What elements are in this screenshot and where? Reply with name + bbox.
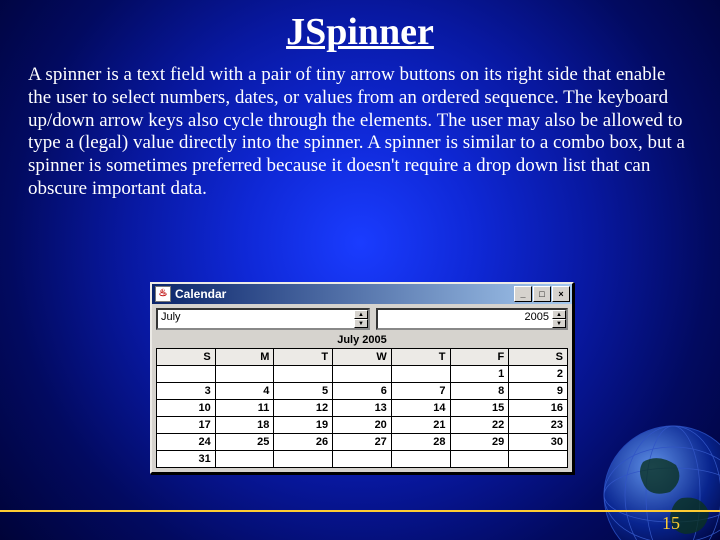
calendar-cell[interactable]: 7	[391, 383, 450, 400]
day-header: M	[215, 349, 274, 366]
calendar-cell[interactable]: 2	[509, 366, 568, 383]
calendar-cell	[391, 451, 450, 468]
window-title: Calendar	[175, 287, 514, 301]
calendar-cell	[333, 366, 392, 383]
month-value[interactable]: July	[158, 310, 354, 328]
calendar-cell[interactable]: 30	[509, 434, 568, 451]
maximize-button[interactable]: □	[533, 286, 551, 302]
calendar-cell[interactable]: 14	[391, 400, 450, 417]
calendar-cell[interactable]: 22	[450, 417, 509, 434]
calendar-cell[interactable]: 10	[157, 400, 216, 417]
java-icon: ♨	[155, 286, 171, 302]
month-spinner[interactable]: July ▲ ▼	[156, 308, 370, 330]
calendar-cell	[450, 451, 509, 468]
minimize-button[interactable]: _	[514, 286, 532, 302]
calendar-cell[interactable]: 31	[157, 451, 216, 468]
calendar-cell[interactable]: 27	[333, 434, 392, 451]
slide-body: A spinner is a text field with a pair of…	[0, 54, 720, 201]
calendar-cell[interactable]: 4	[215, 383, 274, 400]
calendar-cell[interactable]: 21	[391, 417, 450, 434]
calendar-cell[interactable]: 12	[274, 400, 333, 417]
calendar-cell[interactable]: 17	[157, 417, 216, 434]
window-titlebar[interactable]: ♨ Calendar _ □ ×	[152, 284, 572, 304]
calendar-cell	[157, 366, 216, 383]
month-up-button[interactable]: ▲	[354, 310, 368, 319]
day-header: S	[509, 349, 568, 366]
calendar-cell[interactable]: 29	[450, 434, 509, 451]
calendar-cell[interactable]: 20	[333, 417, 392, 434]
calendar-cell[interactable]: 16	[509, 400, 568, 417]
year-up-button[interactable]: ▲	[552, 310, 566, 319]
calendar-cell	[509, 451, 568, 468]
calendar-cell[interactable]: 6	[333, 383, 392, 400]
day-header: S	[157, 349, 216, 366]
slide: JSpinner A spinner is a text field with …	[0, 0, 720, 540]
calendar-cell[interactable]: 18	[215, 417, 274, 434]
year-value[interactable]: 2005	[378, 310, 552, 328]
calendar-cell[interactable]: 1	[450, 366, 509, 383]
calendar-cell[interactable]: 26	[274, 434, 333, 451]
year-spinner[interactable]: 2005 ▲ ▼	[376, 308, 568, 330]
month-down-button[interactable]: ▼	[354, 319, 368, 328]
calendar-cell[interactable]: 19	[274, 417, 333, 434]
globe-decoration	[598, 420, 720, 540]
calendar-cell	[391, 366, 450, 383]
calendar-cell	[274, 451, 333, 468]
calendar-cell	[274, 366, 333, 383]
calendar-cell	[333, 451, 392, 468]
footer-divider	[0, 510, 720, 512]
calendar-cell	[215, 366, 274, 383]
calendar-cell[interactable]: 3	[157, 383, 216, 400]
calendar-cell[interactable]: 28	[391, 434, 450, 451]
calendar-cell[interactable]: 23	[509, 417, 568, 434]
calendar-cell	[215, 451, 274, 468]
day-header: T	[391, 349, 450, 366]
page-number: 15	[662, 513, 680, 534]
calendar-cell[interactable]: 5	[274, 383, 333, 400]
day-header: T	[274, 349, 333, 366]
calendar-cell[interactable]: 13	[333, 400, 392, 417]
day-header: F	[450, 349, 509, 366]
calendar-cell[interactable]: 8	[450, 383, 509, 400]
calendar-table: SMTWTFS 12345678910111213141516171819202…	[156, 348, 568, 468]
calendar-cell[interactable]: 24	[157, 434, 216, 451]
calendar-cell[interactable]: 25	[215, 434, 274, 451]
calendar-cell[interactable]: 9	[509, 383, 568, 400]
slide-title: JSpinner	[0, 0, 720, 54]
calendar-caption: July 2005	[156, 334, 568, 346]
calendar-window: ♨ Calendar _ □ × July ▲ ▼ 2005	[150, 282, 574, 474]
day-header: W	[333, 349, 392, 366]
calendar-cell[interactable]: 11	[215, 400, 274, 417]
calendar-cell[interactable]: 15	[450, 400, 509, 417]
close-button[interactable]: ×	[552, 286, 570, 302]
year-down-button[interactable]: ▼	[552, 319, 566, 328]
